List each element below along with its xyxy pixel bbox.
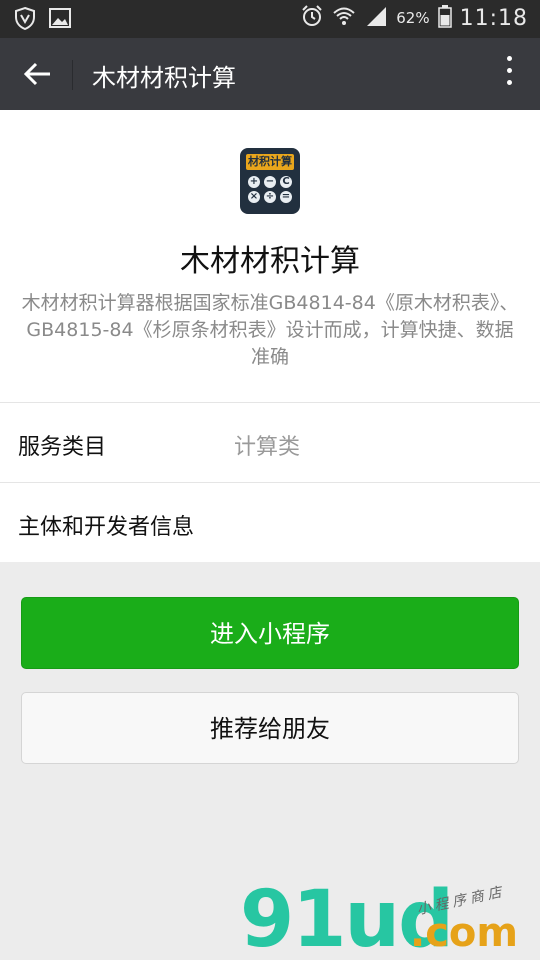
logo-key: = [280,191,292,203]
enter-mini-program-button[interactable]: 进入小程序 [21,597,519,669]
logo-key: − [264,176,276,188]
logo-key: × [248,191,260,203]
app-bar-divider [72,60,73,90]
logo-key: + [248,176,260,188]
service-category-label: 服务类目 [18,435,107,460]
mini-program-description: 木材材积计算器根据国家标准GB4814-84《原木材积表》、GB4815-84《… [21,292,519,368]
mini-program-profile: 材积计算 + − C × ÷ = 木材材积计算 木材材积计算器根据国家标准GB4… [0,110,540,562]
developer-info-label: 主体和开发者信息 [18,515,195,540]
logo-text: 材积计算 [246,154,294,170]
wifi-icon [332,4,356,32]
app-bar-title: 木材材积计算 [92,64,236,92]
status-bar: 62% 11:18 [0,0,540,38]
signal-icon [364,4,388,32]
watermark-logo: 91ud .com 小程序商店 [240,880,530,960]
recommend-to-friends-button[interactable]: 推荐给朋友 [21,692,519,764]
clock: 11:18 [459,5,528,31]
more-vertical-icon[interactable] [504,56,514,92]
logo-key: C [280,176,292,188]
battery-label: 62% [396,9,430,27]
back-arrow-icon[interactable] [20,56,56,92]
logo-key: ÷ [264,191,276,203]
shield-icon [14,6,36,34]
service-category-value: 计算类 [234,435,301,460]
gallery-icon [48,6,72,34]
calculator-keys-icon: + − C × ÷ = [248,176,292,203]
alarm-icon [300,4,324,32]
developer-info-row[interactable]: 主体和开发者信息 [0,482,540,562]
service-category-row: 服务类目 计算类 [0,402,540,482]
app-bar: 木材材积计算 [0,38,540,110]
battery-icon [437,4,452,32]
app-logo: 材积计算 + − C × ÷ = [240,148,300,214]
mini-program-name: 木材材积计算 [180,244,360,279]
